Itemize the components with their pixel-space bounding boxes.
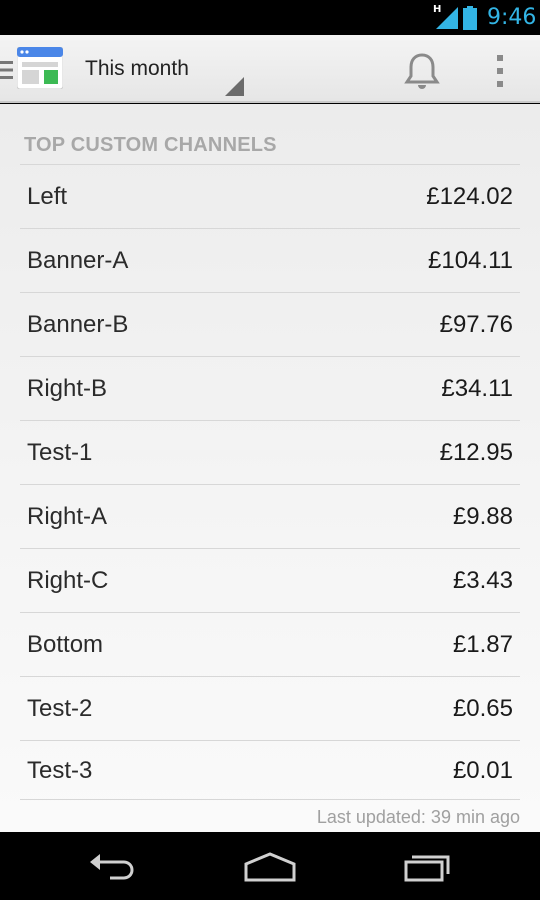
channel-name: Test-2	[27, 695, 93, 722]
table-row[interactable]: Right-A £9.88	[20, 485, 520, 549]
table-row[interactable]: Banner-A £104.11	[20, 229, 520, 293]
channel-name: Bottom	[27, 631, 104, 658]
channel-name: Right-A	[27, 503, 108, 530]
table-row[interactable]: Test-3 £0.01	[20, 741, 520, 800]
table-row[interactable]: Bottom £1.87	[20, 613, 520, 677]
section-title: TOP CUSTOM CHANNELS	[24, 134, 277, 156]
channel-earnings: £97.76	[439, 311, 513, 338]
screen: H 9:46 This month TOP CUSTOM CHANNELS Le…	[0, 0, 540, 900]
channel-name: Banner-B	[27, 311, 129, 338]
channel-earnings: £12.95	[439, 439, 513, 466]
channel-earnings: £3.43	[452, 567, 513, 594]
channel-name: Right-C	[27, 567, 109, 594]
battery-icon	[463, 6, 477, 30]
table-row[interactable]: Left £124.02	[20, 165, 520, 229]
content-area: TOP CUSTOM CHANNELS Left £124.02 Banner-…	[0, 104, 540, 832]
channel-earnings: £124.02	[426, 183, 513, 210]
home-icon[interactable]	[242, 848, 298, 884]
period-selector[interactable]: This month	[85, 57, 189, 81]
table-row[interactable]: Banner-B £97.76	[20, 293, 520, 357]
navigation-bar	[0, 832, 540, 900]
spinner-arrow-icon[interactable]	[225, 77, 244, 96]
table-row[interactable]: Right-B £34.11	[20, 357, 520, 421]
last-updated-label: Last updated: 39 min ago	[316, 807, 520, 827]
channel-name: Left	[27, 183, 68, 210]
table-row[interactable]: Right-C £3.43	[20, 549, 520, 613]
table-row[interactable]: Test-1 £12.95	[20, 421, 520, 485]
table-row[interactable]: Test-2 £0.65	[20, 677, 520, 741]
bell-icon[interactable]	[400, 49, 444, 93]
channel-list: Left £124.02 Banner-A £104.11 Banner-B £…	[20, 165, 520, 800]
recent-apps-icon[interactable]	[402, 848, 454, 884]
channel-earnings: £0.65	[452, 695, 513, 722]
drawer-indicator-icon[interactable]	[0, 60, 13, 80]
channel-earnings: £1.87	[452, 631, 513, 658]
channel-name: Banner-A	[27, 247, 129, 274]
adsense-app-icon[interactable]	[17, 47, 63, 89]
signal-icon	[436, 7, 458, 29]
channel-earnings: £104.11	[428, 247, 513, 274]
status-bar: H 9:46	[0, 0, 540, 35]
channel-name: Test-1	[27, 439, 93, 466]
channel-earnings: £0.01	[452, 757, 513, 784]
status-clock: 9:46	[487, 5, 537, 30]
overflow-menu-icon[interactable]	[484, 49, 516, 93]
action-bar: This month	[0, 35, 540, 103]
back-icon[interactable]	[86, 848, 138, 884]
channel-earnings: £34.11	[441, 375, 513, 402]
channel-earnings: £9.88	[452, 503, 513, 530]
channel-name: Right-B	[27, 375, 108, 402]
channel-name: Test-3	[27, 757, 93, 784]
